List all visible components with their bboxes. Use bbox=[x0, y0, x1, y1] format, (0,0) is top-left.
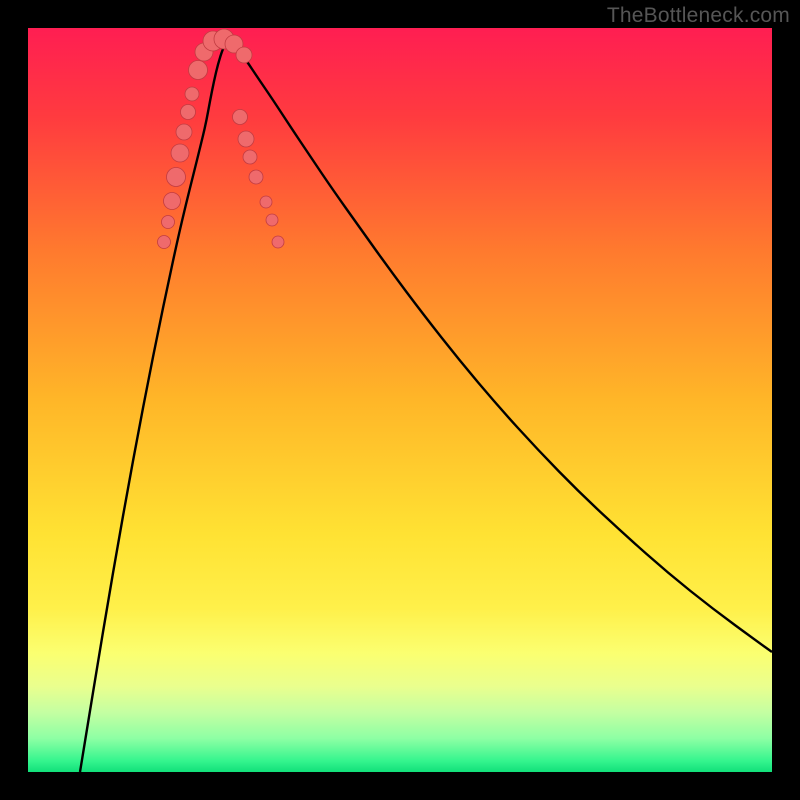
data-point bbox=[249, 170, 263, 184]
data-point bbox=[185, 87, 199, 101]
watermark-text: TheBottleneck.com bbox=[607, 4, 790, 28]
data-point bbox=[171, 144, 189, 162]
chart-plot-area bbox=[28, 28, 772, 772]
bottleneck-chart bbox=[28, 28, 772, 772]
data-point bbox=[158, 236, 171, 249]
data-point bbox=[236, 47, 252, 63]
data-point bbox=[164, 193, 181, 210]
chart-background bbox=[28, 28, 772, 772]
data-point bbox=[181, 105, 196, 120]
data-point bbox=[260, 196, 272, 208]
data-point bbox=[189, 61, 208, 80]
data-point bbox=[176, 124, 192, 140]
data-point bbox=[167, 168, 186, 187]
data-point bbox=[243, 150, 257, 164]
data-point bbox=[162, 216, 175, 229]
chart-frame: TheBottleneck.com bbox=[0, 0, 800, 800]
data-point bbox=[238, 131, 254, 147]
data-point bbox=[233, 110, 248, 125]
data-point bbox=[272, 236, 284, 248]
data-point bbox=[266, 214, 278, 226]
